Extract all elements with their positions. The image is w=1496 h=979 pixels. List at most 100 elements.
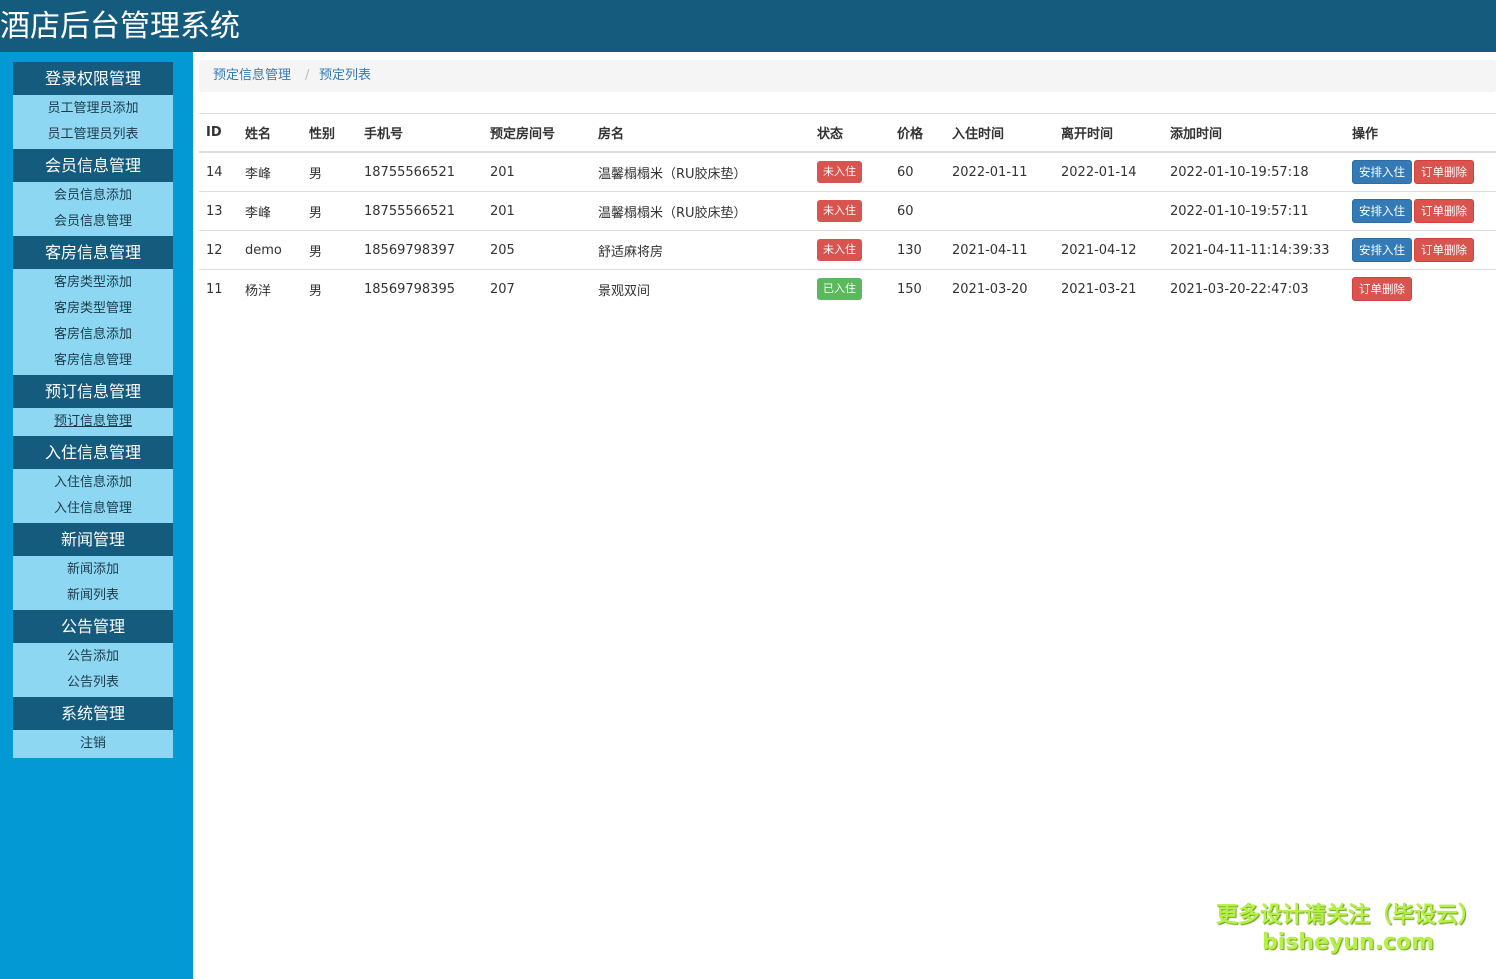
actions-cell: 安排入住 订单删除	[1345, 191, 1496, 231]
app-title: 酒店后台管理系统	[0, 9, 240, 44]
sidebar-menu-item[interactable]: 客房类型添加	[13, 270, 173, 296]
sidebar-group-items: 公告添加 公告列表	[13, 643, 173, 697]
cell-gender: 男	[302, 269, 357, 308]
column-header: 预定房间号	[483, 113, 591, 153]
cell-checkout: 2021-03-21	[1054, 269, 1163, 308]
sidebar-menu-item[interactable]: 客房类型管理	[13, 296, 173, 322]
arrange-checkin-button[interactable]: 安排入住	[1352, 160, 1412, 184]
sidebar: 登录权限管理 员工管理员添加 员工管理员列表 会员信息管理 会员信息添加 会员信息管理 客房…	[0, 52, 193, 979]
sidebar-menu-item[interactable]: 会员信息添加	[13, 183, 173, 209]
cell-checkin: 2022-01-11	[945, 151, 1054, 192]
sidebar-group-items: 注销	[13, 730, 173, 758]
arrange-checkin-button[interactable]: 安排入住	[1352, 238, 1412, 262]
column-header: 姓名	[238, 113, 302, 153]
cell-price: 60	[890, 191, 945, 231]
delete-order-button[interactable]: 订单删除	[1414, 199, 1474, 223]
cell-id: 14	[199, 151, 238, 192]
cell-room-no: 201	[483, 191, 591, 231]
sidebar-group-title[interactable]: 新闻管理	[13, 523, 173, 556]
watermark: 更多设计请关注（毕设云） bisheyun.com	[1213, 902, 1483, 956]
column-header: 状态	[810, 113, 890, 153]
cell-added: 2022-01-10-19:57:11	[1163, 191, 1345, 231]
cell-name: 李峰	[238, 151, 302, 192]
sidebar-menu-item[interactable]: 预订信息管理	[13, 409, 173, 435]
delete-order-button[interactable]: 订单删除	[1352, 277, 1412, 301]
sidebar-menu-item[interactable]: 新闻添加	[13, 557, 173, 583]
sidebar-group-title[interactable]: 预订信息管理	[13, 375, 173, 408]
cell-room-name: 景观双间	[591, 269, 810, 308]
arrange-checkin-button[interactable]: 安排入住	[1352, 199, 1412, 223]
sidebar-group-title[interactable]: 入住信息管理	[13, 436, 173, 469]
cell-name: 杨洋	[238, 269, 302, 308]
sidebar-group-title[interactable]: 客房信息管理	[13, 236, 173, 269]
breadcrumb-separator: /	[305, 68, 310, 83]
breadcrumb-parent-link[interactable]: 预定信息管理	[213, 60, 291, 92]
sidebar-group-title[interactable]: 登录权限管理	[13, 62, 173, 95]
sidebar-menu-item[interactable]: 客房信息管理	[13, 348, 173, 374]
cell-price: 130	[890, 230, 945, 270]
cell-name: demo	[238, 230, 302, 270]
sidebar-menu-item[interactable]: 入住信息管理	[13, 496, 173, 522]
table-body: 14 李峰男 18755566521 201 温馨榻榻米（RU胶床垫） 未入住 60 2022…	[199, 151, 1496, 308]
main-content: 预定信息管理 / 预定列表 ID 姓名 性别 手机号 预定房间号 房名 状态 价格 入住时间 离开…	[193, 52, 1496, 979]
sidebar-menu-item[interactable]: 入住信息添加	[13, 470, 173, 496]
actions-cell: 订单删除	[1345, 269, 1496, 308]
cell-id: 12	[199, 230, 238, 270]
cell-gender: 男	[302, 230, 357, 270]
watermark-line1: 更多设计请关注（毕设云）	[1215, 903, 1480, 928]
cell-room-name: 温馨榻榻米（RU胶床垫）	[591, 191, 810, 231]
cell-room-no: 201	[483, 151, 591, 192]
cell-checkin	[945, 191, 1054, 231]
sidebar-menu-item[interactable]: 公告列表	[13, 670, 173, 696]
sidebar-group-title[interactable]: 公告管理	[13, 610, 173, 643]
column-header: 操作	[1345, 113, 1496, 153]
actions-cell: 安排入住 订单删除	[1345, 230, 1496, 270]
sidebar-menu-item[interactable]: 客房信息添加	[13, 322, 173, 348]
cell-room-no: 205	[483, 230, 591, 270]
status-cell: 已入住	[810, 269, 890, 308]
column-header: 入住时间	[945, 113, 1054, 153]
table-row: 13 李峰男 18755566521 201 温馨榻榻米（RU胶床垫） 未入住 60 2022…	[199, 191, 1496, 231]
cell-checkout: 2021-04-12	[1054, 230, 1163, 270]
column-header: 手机号	[357, 113, 483, 153]
sidebar-group-items: 员工管理员添加 员工管理员列表	[13, 95, 173, 149]
status-cell: 未入住	[810, 191, 890, 231]
sidebar-menu-item[interactable]: 公告添加	[13, 644, 173, 670]
delete-order-button[interactable]: 订单删除	[1414, 238, 1474, 262]
breadcrumb: 预定信息管理 / 预定列表	[199, 60, 1496, 92]
cell-room-no: 207	[483, 269, 591, 308]
cell-checkin: 2021-03-20	[945, 269, 1054, 308]
sidebar-menu-item[interactable]: 员工管理员列表	[13, 122, 173, 148]
column-header: 价格	[890, 113, 945, 153]
cell-phone: 18755566521	[357, 151, 483, 192]
cell-gender: 男	[302, 191, 357, 231]
column-header: 离开时间	[1054, 113, 1163, 153]
status-badge: 未入住	[817, 200, 862, 222]
reservation-table: ID 姓名 性别 手机号 预定房间号 房名 状态 价格 入住时间 离开时间 添加时间 操作 14 李峰男…	[199, 113, 1496, 308]
sidebar-group-title[interactable]: 系统管理	[13, 697, 173, 730]
actions-cell: 安排入住 订单删除	[1345, 151, 1496, 192]
cell-name: 李峰	[238, 191, 302, 231]
sidebar-menu-item[interactable]: 员工管理员添加	[13, 96, 173, 122]
table-row: 11 杨洋男 18569798395 207 景观双间 已入住 150 2021-03-20 2…	[199, 269, 1496, 308]
sidebar-group-items: 新闻添加 新闻列表	[13, 556, 173, 610]
delete-order-button[interactable]: 订单删除	[1414, 160, 1474, 184]
sidebar-menu-item[interactable]: 新闻列表	[13, 583, 173, 609]
sidebar-group-items: 预订信息管理	[13, 408, 173, 436]
table-row: 14 李峰男 18755566521 201 温馨榻榻米（RU胶床垫） 未入住 60 2022…	[199, 151, 1496, 192]
cell-room-name: 舒适麻将房	[591, 230, 810, 270]
sidebar-group-title[interactable]: 会员信息管理	[13, 149, 173, 182]
cell-id: 11	[199, 269, 238, 308]
sidebar-menu-item[interactable]: 注销	[13, 731, 173, 757]
status-badge: 已入住	[817, 278, 862, 300]
cell-added: 2021-04-11-11:14:39:33	[1163, 230, 1345, 270]
cell-checkout	[1054, 191, 1163, 231]
column-header: 添加时间	[1163, 113, 1345, 153]
sidebar-menu-item[interactable]: 会员信息管理	[13, 209, 173, 235]
cell-added: 2021-03-20-22:47:03	[1163, 269, 1345, 308]
cell-id: 13	[199, 191, 238, 231]
cell-gender: 男	[302, 151, 357, 192]
sidebar-menu: 登录权限管理 员工管理员添加 员工管理员列表 会员信息管理 会员信息添加 会员信息管理 客房…	[13, 62, 173, 758]
breadcrumb-current-link[interactable]: 预定列表	[319, 60, 371, 92]
watermark-line2: bisheyun.com	[1261, 930, 1435, 955]
